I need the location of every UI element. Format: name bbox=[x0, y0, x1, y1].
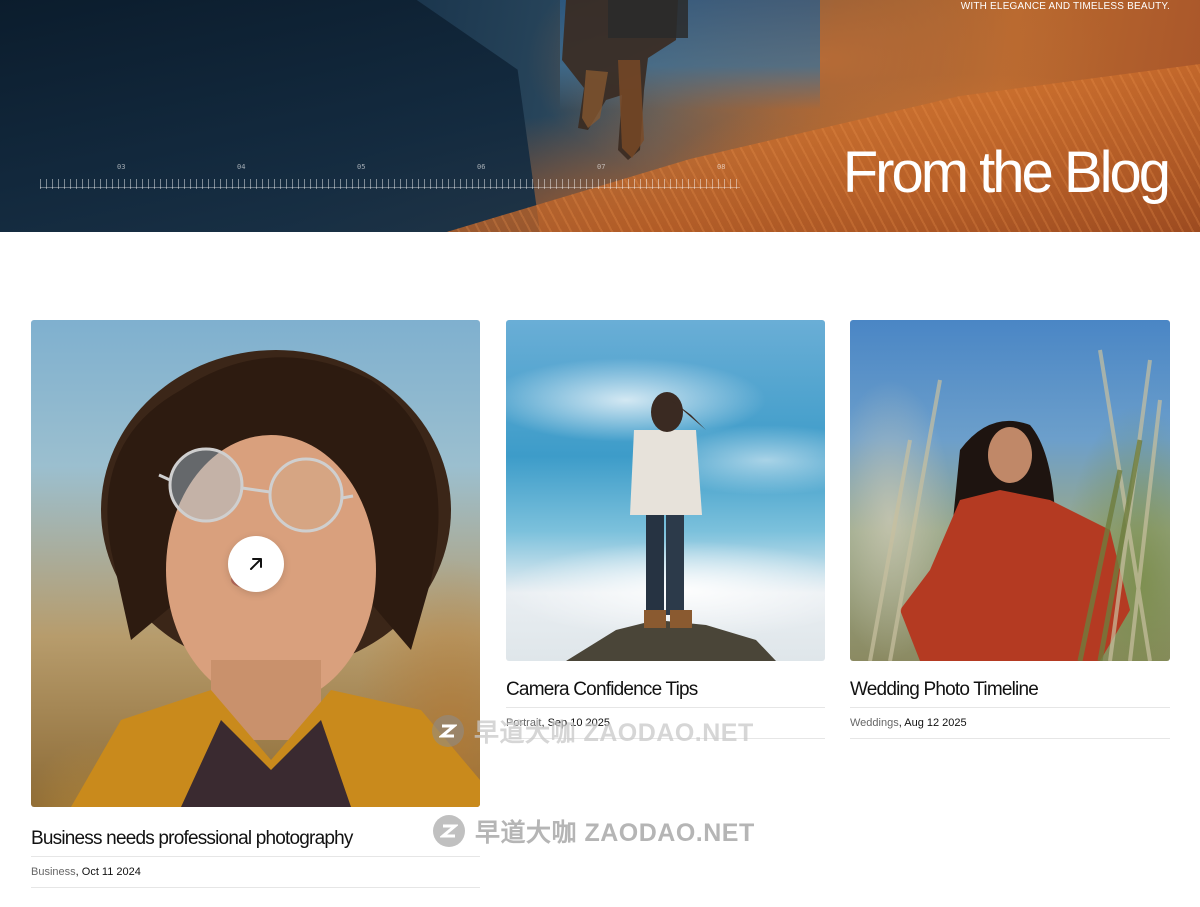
ruler-line bbox=[40, 187, 740, 188]
page-title: From the Blog bbox=[842, 140, 1171, 205]
post-date: Aug 12 2025 bbox=[904, 717, 967, 729]
arrow-up-right-icon bbox=[250, 558, 262, 570]
watermark-logo-icon bbox=[433, 815, 465, 847]
hero-mountain bbox=[0, 0, 540, 232]
ruler-label: 07 bbox=[597, 163, 606, 171]
watermark-logo-icon bbox=[432, 715, 464, 747]
woman-in-grass-illustration bbox=[868, 349, 1162, 661]
hero-ruler: 03 04 05 06 07 08 bbox=[40, 163, 740, 193]
post-image[interactable] bbox=[850, 320, 1170, 661]
post-image[interactable] bbox=[506, 320, 825, 661]
watermark-text: 早道大咖 ZAODAO.NET bbox=[475, 819, 755, 847]
watermark: 早道大咖 ZAODAO.NET bbox=[432, 713, 754, 749]
ruler-label: 06 bbox=[477, 163, 486, 171]
post-meta: Business, Oct 11 2024 bbox=[31, 857, 480, 888]
post-meta: Weddings, Aug 12 2025 bbox=[850, 708, 1170, 739]
hero-banner: 03 04 05 06 07 08 WITH ELEGANCE AND TIME… bbox=[0, 0, 1200, 232]
blog-card[interactable]: Business needs professional photography … bbox=[31, 320, 480, 888]
woman-on-rock-illustration bbox=[566, 392, 776, 661]
post-category[interactable]: Business bbox=[31, 866, 76, 878]
post-image[interactable] bbox=[31, 320, 480, 807]
ruler-label: 05 bbox=[357, 163, 366, 171]
watermark-text: 早道大咖 ZAODAO.NET bbox=[474, 719, 754, 747]
blog-card[interactable]: Wedding Photo Timeline Weddings, Aug 12 … bbox=[850, 320, 1170, 739]
watermark: 早道大咖 ZAODAO.NET bbox=[433, 813, 755, 849]
post-title[interactable]: Camera Confidence Tips bbox=[506, 679, 825, 708]
ruler-label: 08 bbox=[717, 163, 726, 171]
ruler-label: 03 bbox=[117, 163, 126, 171]
post-title[interactable]: Business needs professional photography bbox=[31, 828, 480, 857]
hero-tagline: WITH ELEGANCE AND TIMELESS BEAUTY. bbox=[960, 1, 1170, 12]
ruler-label: 04 bbox=[237, 163, 246, 171]
open-post-button[interactable] bbox=[228, 536, 284, 592]
post-category[interactable]: Weddings bbox=[850, 717, 899, 729]
hiker-figure bbox=[562, 0, 688, 160]
post-date: Oct 11 2024 bbox=[81, 866, 141, 878]
post-title[interactable]: Wedding Photo Timeline bbox=[850, 679, 1170, 708]
blog-card[interactable]: Camera Confidence Tips Portrait, Sep 10 … bbox=[506, 320, 825, 739]
